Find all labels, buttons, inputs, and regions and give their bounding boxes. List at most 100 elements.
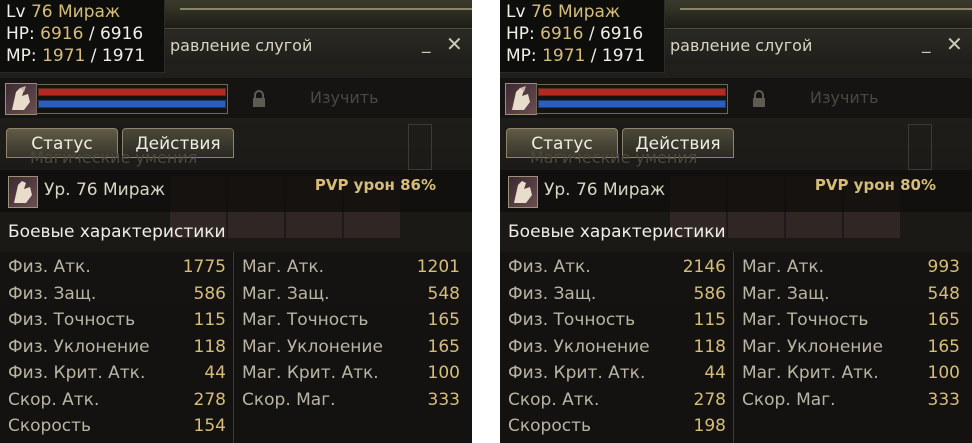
hp-label: HP: xyxy=(6,24,35,44)
stat-row: Маг. Точность 165 xyxy=(742,307,960,333)
stats-divider xyxy=(733,252,734,443)
hp-max: 6916 xyxy=(99,24,144,44)
mp-max: 1971 xyxy=(101,46,146,66)
servitor-panel-right: равление слугой _ ✕ Lv 76 Мираж HP: 6916… xyxy=(500,0,972,443)
stat-label: Маг. Уклонение xyxy=(242,336,383,357)
stat-value: 333 xyxy=(427,389,460,410)
stat-value: 993 xyxy=(927,257,960,277)
level-label: Lv xyxy=(506,2,526,22)
target-status-badge: Lv 76 Мираж HP: 6916 / 6916 MP: 1971 / 1… xyxy=(500,0,665,73)
stat-label: Физ. Уклонение xyxy=(508,336,650,357)
stat-label: Скор. Атк. xyxy=(508,389,600,410)
stat-label: Маг. Точность xyxy=(242,310,369,330)
window-title: равление слугой xyxy=(170,36,313,55)
hp-line: HP: 6916 / 6916 xyxy=(506,24,644,44)
mirage-portrait-icon[interactable] xyxy=(5,83,37,115)
stat-row: Физ. Уклонение 118 xyxy=(508,334,726,360)
stat-value: 278 xyxy=(193,389,226,410)
stat-row: Физ. Точность 115 xyxy=(508,307,726,333)
hp-bar xyxy=(538,88,726,96)
stat-value: 548 xyxy=(427,283,460,304)
stat-label: Скор. Маг. xyxy=(242,389,336,410)
stat-value: 44 xyxy=(204,363,226,383)
stat-label: Физ. Защ. xyxy=(508,283,597,304)
stat-value: 165 xyxy=(927,336,960,357)
learn-button-disabled: Изучить xyxy=(810,88,879,107)
stat-label: Скорость xyxy=(508,416,591,436)
stat-row: Физ. Защ. 586 xyxy=(8,281,226,307)
pvp-damage: PVP урон 86% xyxy=(314,176,436,194)
stat-value: 165 xyxy=(427,336,460,357)
window-title: равление слугой xyxy=(670,36,813,55)
mp-line: MP: 1971 / 1971 xyxy=(506,46,646,66)
stat-label: Маг. Точность xyxy=(742,310,869,330)
close-icon[interactable]: ✕ xyxy=(946,34,963,54)
stat-row: Маг. Крит. Атк. 100 xyxy=(242,360,460,386)
stat-value: 586 xyxy=(193,283,226,304)
target-status-badge: Lv 76 Мираж HP: 6916 / 6916 MP: 1971 / 1… xyxy=(0,0,165,73)
hp-line: HP: 6916 / 6916 xyxy=(6,24,144,44)
stat-row: Маг. Уклонение 165 xyxy=(742,334,960,360)
mirage-portrait-icon[interactable] xyxy=(505,83,537,115)
stat-row: Физ. Крит. Атк. 44 xyxy=(508,360,726,386)
stat-row: Физ. Защ. 586 xyxy=(508,281,726,307)
minimize-icon[interactable]: _ xyxy=(922,36,931,53)
stat-label: Скорость xyxy=(8,416,91,436)
stat-row: Маг. Защ. 548 xyxy=(242,281,460,307)
stat-row: Скор. Маг. 333 xyxy=(742,387,960,413)
stat-row: Физ. Крит. Атк. 44 xyxy=(8,360,226,386)
stat-label: Скор. Маг. xyxy=(742,389,836,410)
combat-stats-title: Боевые характеристики xyxy=(8,222,226,242)
mirage-portrait-icon xyxy=(508,176,538,208)
lock-icon[interactable] xyxy=(750,90,768,108)
learn-button-disabled: Изучить xyxy=(310,88,379,107)
level-line: Lv 76 Мираж xyxy=(506,2,620,22)
stat-label: Физ. Атк. xyxy=(508,257,591,277)
stat-value: 548 xyxy=(927,283,960,304)
stat-label: Маг. Крит. Атк. xyxy=(242,363,379,383)
stat-value: 1775 xyxy=(182,257,226,277)
stat-value: 118 xyxy=(693,336,726,357)
hp-bar xyxy=(38,88,226,96)
stat-row: Скор. Маг. 333 xyxy=(242,387,460,413)
stat-value: 100 xyxy=(927,363,960,383)
servitor-panel-left: равление слугой _ ✕ Lv 76 Мираж HP: 6916… xyxy=(0,0,472,443)
servitor-name: Мираж xyxy=(558,2,621,22)
stat-row: Скорость 198 xyxy=(508,413,726,439)
stat-row: Скорость 154 xyxy=(8,413,226,439)
scrollbar[interactable] xyxy=(908,124,932,170)
lock-icon[interactable] xyxy=(250,90,268,108)
stat-value: 100 xyxy=(427,363,460,383)
mirage-portrait-icon xyxy=(8,176,38,208)
stat-row: Маг. Точность 165 xyxy=(242,307,460,333)
stat-row: Маг. Атк. 993 xyxy=(742,254,960,280)
close-icon[interactable]: ✕ xyxy=(446,34,463,54)
hp-current: 6916 xyxy=(540,24,584,44)
stat-value: 278 xyxy=(693,389,726,410)
mp-current: 1971 xyxy=(42,46,86,66)
stat-label: Маг. Защ. xyxy=(742,283,830,304)
stat-label: Физ. Точность xyxy=(8,310,136,330)
mp-bar xyxy=(38,100,226,108)
stat-value: 198 xyxy=(693,416,726,436)
stat-value: 2146 xyxy=(682,257,726,277)
level-value: 76 xyxy=(530,2,553,22)
level-value: 76 xyxy=(30,2,53,22)
stat-value: 154 xyxy=(193,416,226,436)
scrollbar[interactable] xyxy=(408,124,432,170)
stat-value: 44 xyxy=(704,363,726,383)
combat-stats-title: Боевые характеристики xyxy=(508,222,726,242)
stat-value: 165 xyxy=(927,310,960,330)
mp-line: MP: 1971 / 1971 xyxy=(6,46,146,66)
pet-name: Ур. 76 Мираж xyxy=(544,180,666,200)
stat-value: 165 xyxy=(427,310,460,330)
stat-value: 115 xyxy=(193,310,226,330)
stat-label: Физ. Защ. xyxy=(8,283,97,304)
stat-row: Физ. Точность 115 xyxy=(8,307,226,333)
stat-label: Маг. Атк. xyxy=(242,257,325,277)
hp-label: HP: xyxy=(506,24,535,44)
stat-label: Физ. Точность xyxy=(508,310,636,330)
stat-value: 118 xyxy=(193,336,226,357)
minimize-icon[interactable]: _ xyxy=(422,36,431,53)
mp-bar xyxy=(538,100,726,108)
